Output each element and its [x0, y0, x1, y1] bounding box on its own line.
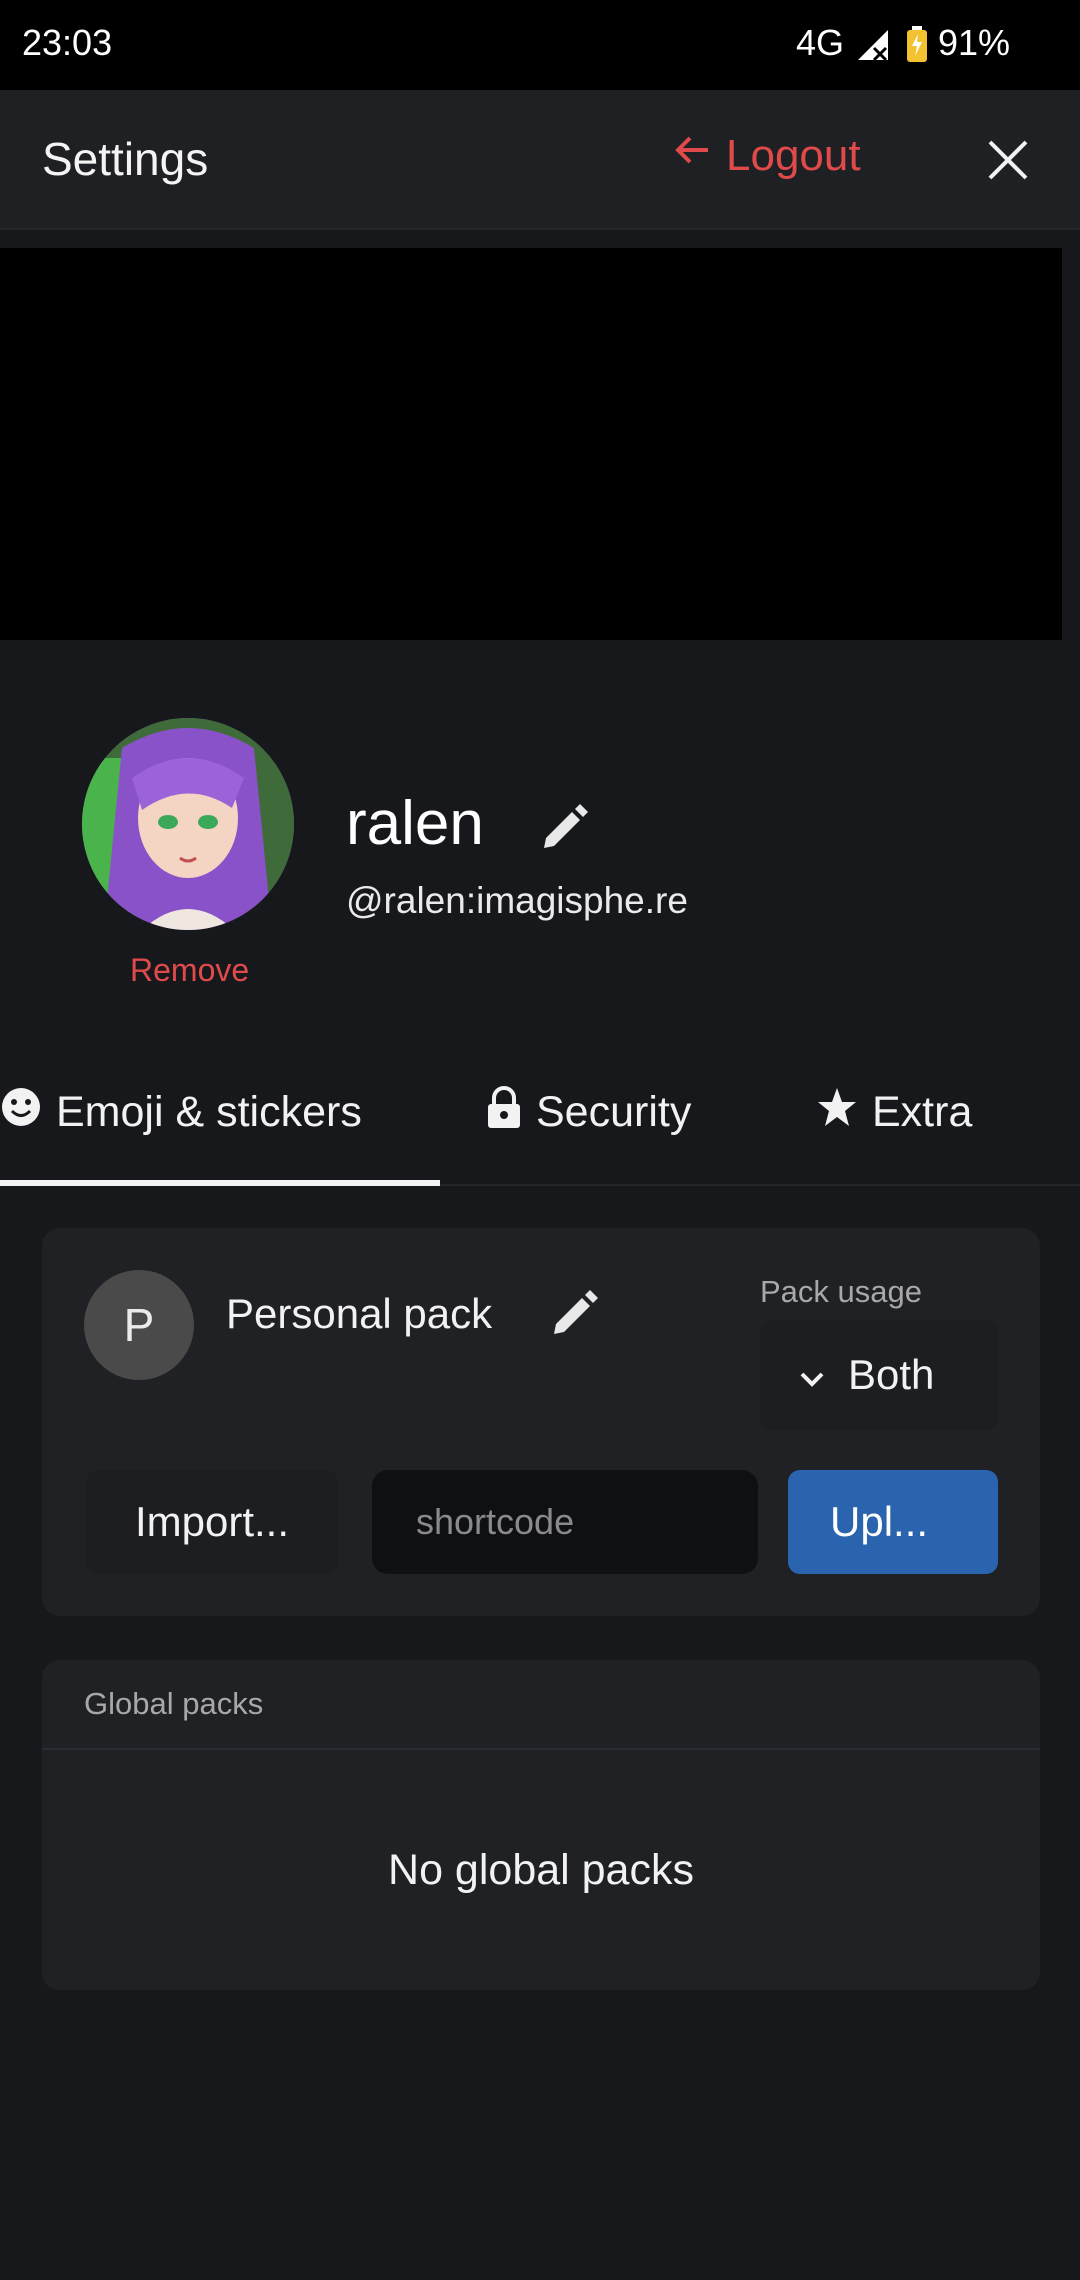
shortcode-input[interactable]: [372, 1470, 758, 1574]
pack-usage-select[interactable]: Both: [760, 1320, 998, 1430]
lock-icon: [486, 1086, 522, 1139]
tab-security[interactable]: Security: [486, 1086, 691, 1139]
page-title: Settings: [42, 133, 209, 185]
avatar[interactable]: [82, 718, 294, 930]
logout-button[interactable]: Logout: [672, 130, 861, 181]
settings-header: Settings Logout: [0, 90, 1080, 230]
edit-name-button[interactable]: [536, 800, 592, 856]
pencil-icon: [546, 1290, 602, 1346]
battery-percentage: 91%: [938, 22, 1011, 63]
pack-name: Personal pack: [226, 1290, 493, 1337]
divider: [42, 1748, 1040, 1750]
chevron-down-icon: [798, 1351, 826, 1399]
tab-label: Emoji & stickers: [56, 1088, 362, 1136]
display-name: ralen: [346, 789, 484, 858]
tab-label: Security: [536, 1088, 692, 1136]
user-id: @ralen:imagisphe.re: [346, 880, 688, 921]
status-time: 23:03: [22, 22, 113, 63]
pack-avatar: P: [84, 1270, 194, 1380]
pencil-icon: [536, 804, 592, 860]
settings-tabs: Emoji & stickers Security Extra: [0, 1050, 1080, 1186]
arrow-left-icon: [672, 130, 712, 181]
remove-avatar-link[interactable]: Remove: [130, 952, 249, 989]
smiley-icon: [0, 1086, 42, 1139]
empty-state-text: No global packs: [388, 1846, 694, 1894]
close-button[interactable]: [982, 134, 1034, 186]
global-packs-label: Global packs: [84, 1686, 264, 1721]
status-bar: 23:03 4G 91%: [0, 0, 1080, 90]
battery-icon: [906, 26, 928, 67]
edit-pack-button[interactable]: [546, 1286, 602, 1342]
logout-label: Logout: [726, 130, 861, 180]
import-button[interactable]: Import...: [86, 1470, 338, 1574]
star-icon: [816, 1086, 858, 1139]
tab-label: Extra: [872, 1088, 973, 1136]
close-icon: [982, 140, 1034, 190]
status-network: 4G: [796, 22, 845, 63]
pack-usage-value: Both: [848, 1351, 935, 1398]
tab-extra[interactable]: Extra: [816, 1086, 972, 1139]
signal-icon: [856, 28, 890, 67]
active-tab-indicator: [0, 1180, 440, 1186]
tab-emoji-stickers[interactable]: Emoji & stickers: [0, 1086, 362, 1139]
profile-banner[interactable]: [0, 248, 1062, 640]
upload-button[interactable]: Upl...: [788, 1470, 998, 1574]
pack-usage-label: Pack usage: [760, 1274, 922, 1309]
